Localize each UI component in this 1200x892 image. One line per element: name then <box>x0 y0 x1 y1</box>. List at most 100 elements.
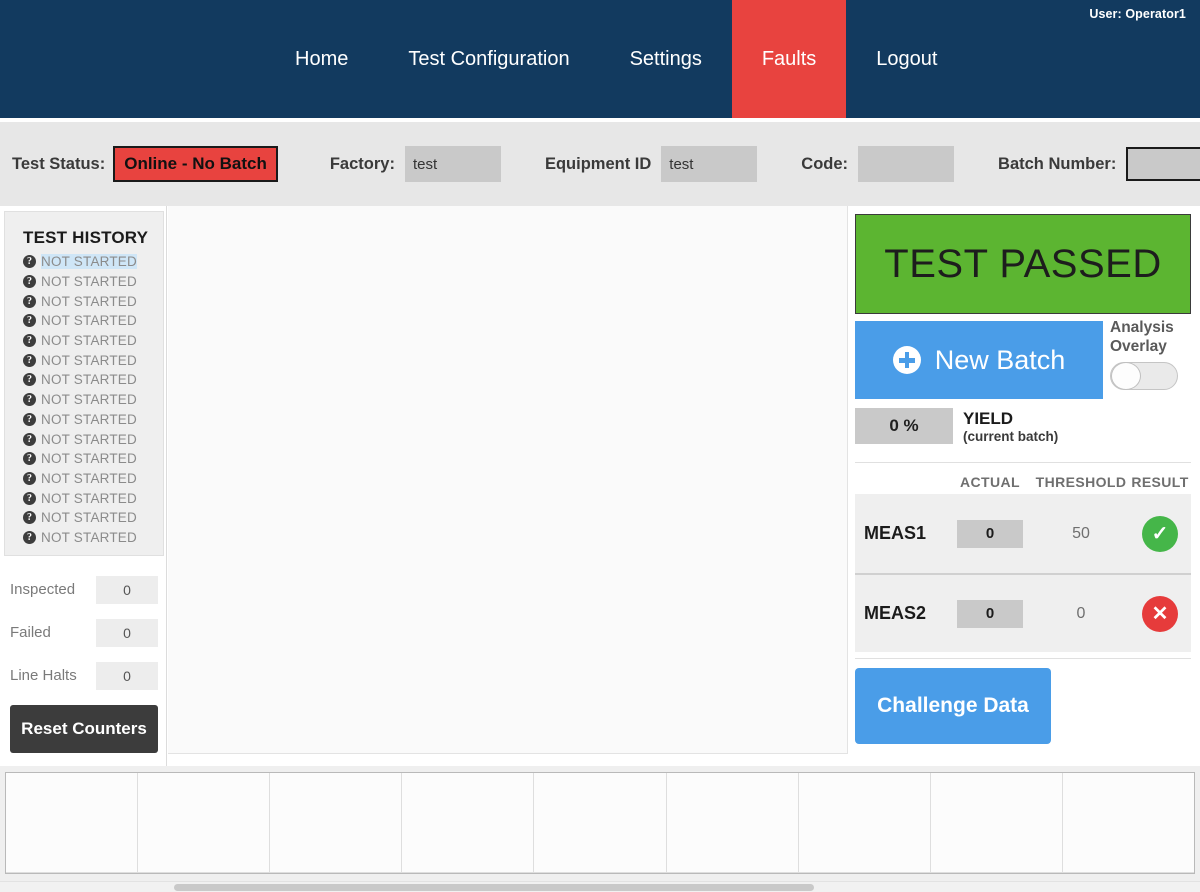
test-history-item[interactable]: ?NOT STARTED <box>5 410 163 430</box>
bottom-grid-cell[interactable] <box>799 773 931 873</box>
new-batch-button[interactable]: New Batch <box>855 321 1103 399</box>
test-history-item[interactable]: ?NOT STARTED <box>5 469 163 489</box>
test-history-item-label: NOT STARTED <box>41 451 137 466</box>
batch-number-group: Batch Number: <box>976 122 1200 206</box>
nav-items-container: Home Test Configuration Settings Faults … <box>265 0 967 118</box>
test-history-item[interactable]: ? NOT STARTED <box>5 272 163 292</box>
bottom-grid-cell[interactable] <box>270 773 402 873</box>
measurement-result-cell: ✕ <box>1129 596 1191 632</box>
question-icon: ? <box>23 531 36 544</box>
test-history-item[interactable]: ?NOT STARTED <box>5 350 163 370</box>
measurement-row: MEAS200✕ <box>855 573 1191 652</box>
test-history-item[interactable]: ?NOT STARTED <box>5 528 163 548</box>
question-icon: ? <box>23 295 36 308</box>
test-history-item[interactable]: ? NOT STARTED <box>5 429 163 449</box>
code-field[interactable] <box>858 146 954 182</box>
toggle-knob <box>1111 362 1141 390</box>
counter-label: Failed <box>10 624 96 641</box>
right-panel: TEST PASSED New Batch Analysis Overlay 0… <box>848 206 1200 766</box>
test-history-item[interactable]: ?NOT STARTED <box>5 449 163 469</box>
nav-item-test-configuration[interactable]: Test Configuration <box>378 0 599 118</box>
column-header-actual: ACTUAL <box>947 474 1033 490</box>
measurement-name: MEAS1 <box>855 523 947 544</box>
test-history-item[interactable]: ?NOT STARTED <box>5 508 163 528</box>
challenge-data-button[interactable]: Challenge Data <box>855 668 1051 744</box>
test-history-item[interactable]: ?NOT STARTED <box>5 291 163 311</box>
question-icon: ? <box>23 314 36 327</box>
horizontal-scrollbar[interactable] <box>0 881 1200 892</box>
test-history-item-label: NOT STARTED <box>41 353 137 368</box>
factory-group: Factory: test <box>304 122 501 206</box>
question-icon: ? <box>23 255 36 268</box>
test-history-item-label: NOT STARTED <box>41 333 137 348</box>
test-history-item[interactable]: ? NOT STARTED <box>5 390 163 410</box>
yield-subtitle: (current batch) <box>963 429 1058 444</box>
question-icon: ? <box>23 393 36 406</box>
equipment-id-label: Equipment ID <box>545 155 651 174</box>
nav-item-faults[interactable]: Faults <box>732 0 846 118</box>
column-header-result: RESULT <box>1129 474 1191 490</box>
yield-row: 0 % YIELD (current batch) <box>855 408 1058 444</box>
reset-counters-button[interactable]: Reset Counters <box>10 705 158 753</box>
test-history-item-label: NOT STARTED <box>41 274 137 289</box>
test-history-item[interactable]: ? NOT STARTED <box>5 252 163 272</box>
main-content-area <box>168 206 848 754</box>
left-sidebar: TEST HISTORY ?NOT STARTED?NOT STARTED?NO… <box>0 206 167 766</box>
nav-item-logout[interactable]: Logout <box>846 0 967 118</box>
test-history-item-label: NOT STARTED <box>41 510 137 525</box>
scrollbar-thumb[interactable] <box>174 884 814 891</box>
measurement-actual-cell: 0 <box>947 600 1033 628</box>
test-history-item-label: NOT STARTED <box>41 491 137 506</box>
bottom-grid-cell[interactable] <box>138 773 270 873</box>
bottom-grid-cell[interactable] <box>534 773 666 873</box>
question-icon: ? <box>23 275 36 288</box>
test-status-label: Test Status: <box>12 155 105 174</box>
measurement-threshold-value: 50 <box>1033 525 1129 543</box>
test-history-item-label: NOT STARTED <box>41 432 137 447</box>
nav-item-settings[interactable]: Settings <box>600 0 732 118</box>
test-history-item-label: NOT STARTED <box>41 471 137 486</box>
bottom-grid-cell[interactable] <box>931 773 1063 873</box>
nav-item-home[interactable]: Home <box>265 0 378 118</box>
test-history-item[interactable]: ?NOT STARTED <box>5 331 163 351</box>
batch-number-field[interactable] <box>1126 147 1200 181</box>
test-history-item[interactable]: ? NOT STARTED <box>5 488 163 508</box>
bottom-panel <box>0 766 1200 892</box>
question-icon: ? <box>23 492 36 505</box>
counter-row-inspected: Inspected 0 <box>4 568 164 611</box>
work-area: TEST HISTORY ?NOT STARTED?NOT STARTED?NO… <box>0 206 1200 766</box>
measurements-table-header: ACTUAL THRESHOLD RESULT <box>855 462 1191 490</box>
equipment-id-field[interactable]: test <box>661 146 757 182</box>
question-icon: ? <box>23 413 36 426</box>
measurements-table: MEAS1050✓MEAS200✕ <box>855 494 1191 652</box>
bottom-grid-cell[interactable] <box>6 773 138 873</box>
yield-value: 0 % <box>855 408 953 444</box>
cross-icon: ✕ <box>1142 596 1178 632</box>
test-history-item-label: NOT STARTED <box>41 254 137 269</box>
measurement-threshold-value: 0 <box>1033 605 1129 623</box>
counter-value: 0 <box>96 576 158 604</box>
equipment-id-group: Equipment ID test <box>523 122 757 206</box>
analysis-overlay-toggle[interactable] <box>1110 362 1178 390</box>
measurement-actual-cell: 0 <box>947 520 1033 548</box>
bottom-grid-cell[interactable] <box>1063 773 1194 873</box>
analysis-overlay-control: Analysis Overlay <box>1110 318 1198 390</box>
test-history-item-label: NOT STARTED <box>41 372 137 387</box>
test-history-item-label: NOT STARTED <box>41 392 137 407</box>
test-status-group: Test Status: Online - No Batch <box>0 122 278 206</box>
status-bar: Test Status: Online - No Batch Factory: … <box>0 122 1200 206</box>
counter-label: Inspected <box>10 581 96 598</box>
measurement-actual-value: 0 <box>957 520 1023 548</box>
test-history-item[interactable]: ?NOT STARTED <box>5 311 163 331</box>
test-history-item[interactable]: ? NOT STARTED <box>5 370 163 390</box>
bottom-grid-cell[interactable] <box>402 773 534 873</box>
factory-label: Factory: <box>330 155 395 174</box>
batch-number-label: Batch Number: <box>998 155 1116 174</box>
test-history-panel: TEST HISTORY ?NOT STARTED?NOT STARTED?NO… <box>4 211 164 556</box>
bottom-grid-cell[interactable] <box>667 773 799 873</box>
factory-field[interactable]: test <box>405 146 501 182</box>
counter-row-line-halts: Line Halts 0 <box>4 654 164 697</box>
question-icon: ? <box>23 373 36 386</box>
question-icon: ? <box>23 433 36 446</box>
counter-label: Line Halts <box>10 667 96 684</box>
